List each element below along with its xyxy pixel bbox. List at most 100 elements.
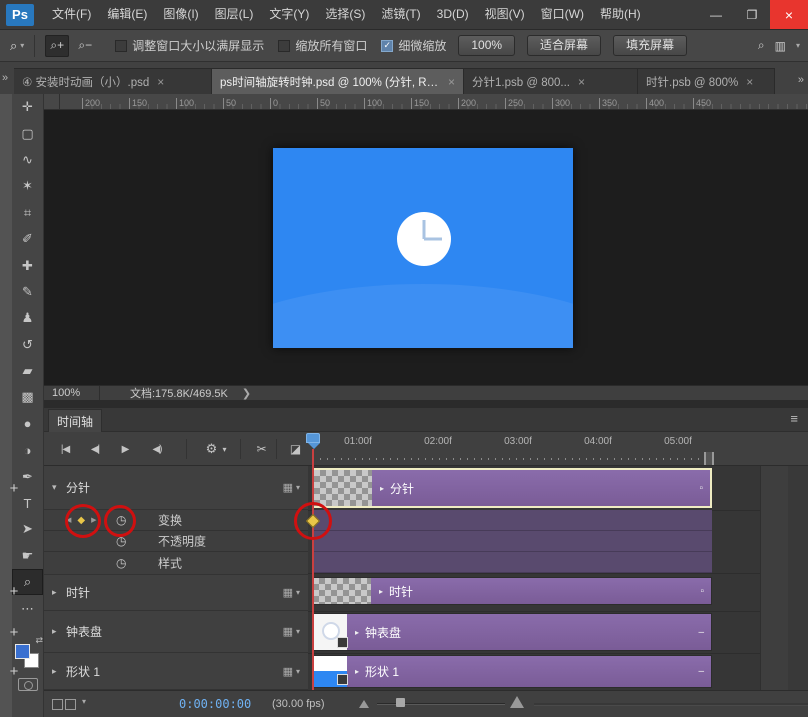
playhead-marker-icon[interactable]	[306, 433, 320, 443]
mute-audio-button[interactable]: ◀)	[144, 439, 170, 459]
panel-divider[interactable]	[44, 400, 808, 408]
document-tab-2-active[interactable]: ps时间轴旋转时钟.psd @ 100% (分针, RGB/8#) * ×	[212, 68, 464, 94]
add-media-button[interactable]: +	[0, 663, 28, 680]
track-options-chevron-icon[interactable]: ▾	[296, 627, 300, 636]
clip-end-icon[interactable]: –	[698, 627, 704, 638]
expand-arrow-icon[interactable]: ▸	[52, 666, 66, 677]
clip-end-icon[interactable]: ▫	[699, 483, 703, 494]
clip-end-icon[interactable]: ▫	[700, 586, 704, 597]
play-button[interactable]: ▶	[112, 439, 138, 459]
track-options-chevron-icon[interactable]: ▾	[296, 667, 300, 676]
collapse-arrow-icon[interactable]: ▾	[52, 482, 66, 493]
add-media-button[interactable]: +	[0, 583, 28, 600]
brush-tool[interactable]: ✎	[12, 279, 43, 305]
add-media-button[interactable]: +	[0, 480, 28, 497]
panel-menu-icon[interactable]: ≡	[790, 411, 798, 426]
work-area-end-marker[interactable]	[704, 452, 714, 465]
rectangular-marquee-tool[interactable]: ▢	[12, 120, 43, 146]
timeline-time-ruler[interactable]: 01:00f02:00f03:00f04:00f05:00f	[305, 432, 756, 466]
blur-tool[interactable]: ●	[12, 411, 43, 437]
zoom-tool-preset[interactable]: ⌕ ▾	[10, 38, 24, 54]
healing-brush-tool[interactable]: ✚	[12, 252, 43, 278]
track-options-icon[interactable]: ▦	[283, 481, 293, 494]
track-options-icon[interactable]: ▦	[283, 625, 293, 638]
settings-dropdown-icon[interactable]: ▾	[218, 439, 230, 459]
menu-item[interactable]: 视图(V)	[477, 0, 533, 29]
workspace-dropdown-icon[interactable]: ▾	[796, 41, 800, 50]
zoom-out-timeline-icon[interactable]	[359, 700, 369, 708]
path-selection-tool[interactable]: ➤	[12, 516, 43, 542]
quick-selection-tool[interactable]: ✶	[12, 173, 43, 199]
foreground-color-swatch[interactable]	[15, 644, 30, 659]
convert-to-frame-animation-icon[interactable]	[65, 699, 76, 710]
menu-item[interactable]: 帮助(H)	[592, 0, 649, 29]
expand-panels-icon[interactable]: »	[2, 72, 8, 84]
flyout-arrow-icon[interactable]: ▾	[82, 697, 86, 706]
clip-end-icon[interactable]: –	[698, 666, 704, 677]
menu-item[interactable]: 图像(I)	[155, 0, 206, 29]
clip-expand-icon[interactable]: ▸	[379, 587, 383, 596]
clip-expand-icon[interactable]: ▸	[380, 484, 384, 493]
clone-stamp-tool[interactable]: ♟	[12, 305, 43, 331]
swap-colors-icon[interactable]: ⇄	[35, 635, 43, 646]
stopwatch-icon[interactable]: ◷	[116, 556, 126, 570]
menu-item[interactable]: 文字(Y)	[261, 0, 317, 29]
timeline-layer-row-hour-hand[interactable]: ▸ 时针 ▦ ▾	[44, 575, 308, 611]
eyedropper-tool[interactable]: ✐	[12, 226, 43, 252]
add-media-button[interactable]: +	[0, 624, 28, 641]
close-button[interactable]: ×	[770, 0, 808, 29]
expand-arrow-icon[interactable]: ▸	[52, 626, 66, 637]
timeline-clip-clock-face[interactable]: ▸ 钟表盘 –	[312, 613, 712, 651]
zoom-in-timeline-icon[interactable]	[510, 696, 524, 708]
timeline-clip-hour-hand[interactable]: ▸ 时针 ▫	[312, 577, 712, 605]
opacity-keyframe-lane[interactable]	[312, 531, 712, 552]
document-canvas[interactable]	[273, 148, 573, 348]
zoom-out-mode-button[interactable]: ⌕−	[73, 35, 97, 57]
keyframe-property-track-area[interactable]	[312, 510, 712, 573]
track-options-icon[interactable]: ▦	[283, 586, 293, 599]
first-frame-button[interactable]: |◀	[52, 439, 78, 459]
menu-item[interactable]: 3D(D)	[429, 0, 477, 29]
more-tabs-icon[interactable]: »	[798, 74, 804, 86]
zoom-level-field[interactable]: 100%	[458, 35, 515, 56]
timeline-property-row-style[interactable]: ◷ 样式	[44, 552, 308, 575]
fit-screen-button[interactable]: 适合屏幕	[527, 35, 601, 56]
split-at-playhead-button[interactable]: ✂	[248, 439, 274, 459]
timeline-layer-row-shape-1[interactable]: ▸ 形状 1 ▦ ▾	[44, 653, 308, 690]
timeline-layer-row-clock-face[interactable]: ▸ 钟表盘 ▦ ▾	[44, 611, 308, 653]
timeline-zoom-slider-thumb[interactable]	[396, 698, 405, 707]
playhead[interactable]	[306, 433, 320, 691]
timeline-vertical-scrollbar[interactable]	[788, 466, 808, 690]
previous-frame-button[interactable]: ◀|	[82, 439, 108, 459]
restore-button[interactable]: ❐	[734, 0, 770, 29]
status-zoom-field[interactable]: 100%	[44, 386, 100, 400]
dodge-tool[interactable]: ◑	[12, 437, 43, 463]
zoom-in-mode-button[interactable]: ⌕+	[45, 35, 69, 57]
track-options-chevron-icon[interactable]: ▾	[296, 588, 300, 597]
timeline-clip-shape-1[interactable]: ▸ 形状 1 –	[312, 655, 712, 688]
timeline-panel-tab[interactable]: 时间轴	[48, 409, 102, 432]
document-tab-1[interactable]: ④ 安装时动画（小）.psd ×	[14, 68, 212, 94]
search-icon[interactable]: ⌕	[758, 38, 765, 53]
transform-keyframe-lane[interactable]	[312, 510, 712, 531]
gradient-tool[interactable]: ▩	[12, 384, 43, 410]
tab-close-icon[interactable]: ×	[448, 75, 455, 89]
menu-item[interactable]: 选择(S)	[317, 0, 373, 29]
menu-item[interactable]: 编辑(E)	[99, 0, 155, 29]
lasso-tool[interactable]: ∿	[12, 147, 43, 173]
tab-close-icon[interactable]: ×	[746, 75, 753, 89]
fill-screen-button[interactable]: 填充屏幕	[613, 35, 687, 56]
canvas-viewport[interactable]	[44, 110, 808, 385]
history-brush-tool[interactable]: ↺	[12, 332, 43, 358]
timeline-clip-minute-hand[interactable]: ▸ 分针 ▫	[312, 468, 712, 508]
minimize-button[interactable]: —	[698, 0, 734, 29]
menu-item[interactable]: 图层(L)	[207, 0, 262, 29]
tab-close-icon[interactable]: ×	[157, 75, 164, 89]
menu-item[interactable]: 文件(F)	[44, 0, 99, 29]
convert-to-frame-animation-icon[interactable]	[52, 699, 63, 710]
crop-tool[interactable]: ⌗	[12, 200, 43, 226]
move-tool[interactable]: ✛	[12, 94, 43, 120]
eraser-tool[interactable]: ▰	[12, 358, 43, 384]
tab-close-icon[interactable]: ×	[578, 75, 585, 89]
style-keyframe-lane[interactable]	[312, 552, 712, 573]
